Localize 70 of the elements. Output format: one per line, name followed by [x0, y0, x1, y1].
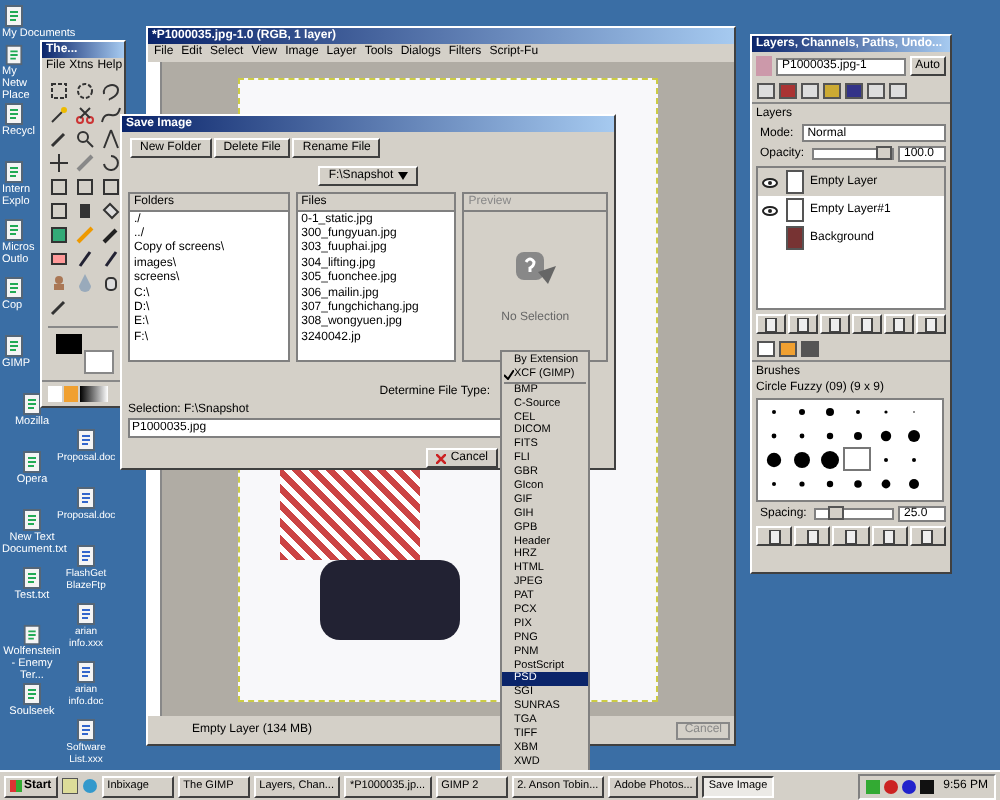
file-icon[interactable] — [2, 218, 26, 242]
loop-icon[interactable] — [100, 80, 122, 102]
eraser-icon[interactable] — [48, 248, 70, 270]
file-icon[interactable] — [2, 160, 26, 184]
file-icon[interactable] — [20, 508, 44, 532]
compass-icon[interactable] — [100, 128, 122, 150]
cross-icon — [436, 453, 447, 463]
brush-icon[interactable] — [100, 224, 122, 246]
bucket-icon[interactable] — [100, 200, 122, 222]
page-icon[interactable] — [832, 526, 870, 546]
slider-thumb[interactable] — [828, 506, 845, 520]
brush-swatch[interactable] — [48, 386, 62, 402]
gradient-swatch[interactable] — [80, 386, 108, 402]
caret-icon — [397, 171, 408, 180]
circle-icon[interactable] — [901, 779, 916, 793]
file-icon[interactable] — [20, 682, 44, 706]
file-icon[interactable] — [74, 486, 98, 510]
image-thumbnail-icon — [756, 56, 772, 76]
pen-icon[interactable] — [74, 248, 96, 270]
file-icon[interactable] — [74, 718, 98, 742]
file-icon[interactable] — [74, 602, 98, 626]
file-icon[interactable] — [2, 44, 26, 66]
square-icon[interactable] — [100, 176, 122, 198]
check-icon — [503, 369, 513, 380]
brush-tab-icon[interactable] — [756, 340, 776, 358]
brush-grid-drawing[interactable] — [756, 398, 944, 502]
wand-icon[interactable] — [48, 104, 70, 126]
dashed-circle-icon[interactable] — [74, 80, 96, 102]
slider-thumb[interactable] — [876, 146, 892, 160]
square-icon[interactable] — [48, 200, 70, 222]
background-color-swatch[interactable] — [84, 350, 114, 374]
file-icon[interactable] — [20, 392, 44, 416]
cross-arrows-icon[interactable] — [48, 152, 70, 174]
layer-thumbnail — [786, 198, 804, 222]
file-icon[interactable] — [20, 624, 44, 646]
file-icon[interactable] — [74, 428, 98, 452]
file-icon[interactable] — [2, 102, 26, 126]
window-icon[interactable] — [61, 778, 78, 794]
square-icon[interactable] — [48, 176, 70, 198]
pattern-tab-icon[interactable] — [778, 340, 798, 358]
gradient-tab-icon[interactable] — [800, 340, 820, 358]
file-icon[interactable] — [74, 544, 98, 568]
square-icon[interactable] — [74, 176, 96, 198]
page-icon[interactable] — [871, 526, 908, 546]
file-icon[interactable] — [2, 334, 26, 358]
dashed-square-icon[interactable] — [48, 80, 70, 102]
question-mark-icon — [513, 248, 558, 288]
page-icon[interactable] — [794, 526, 831, 546]
file-icon[interactable] — [20, 450, 44, 474]
scissors-icon[interactable] — [74, 104, 96, 126]
file-icon[interactable] — [74, 660, 98, 684]
foreground-color-swatch[interactable] — [56, 334, 82, 354]
page-icon[interactable] — [756, 314, 786, 334]
page-icon[interactable] — [909, 526, 947, 546]
curve-icon[interactable] — [100, 104, 122, 126]
eye-icon[interactable] — [762, 205, 778, 215]
pattern-swatch[interactable] — [64, 386, 78, 402]
spacing-slider[interactable] — [814, 508, 894, 520]
pen-icon[interactable] — [100, 248, 122, 270]
eye-icon[interactable] — [762, 177, 778, 187]
rotate-icon[interactable] — [100, 152, 122, 174]
opacity-slider[interactable] — [812, 148, 894, 160]
page-icon[interactable] — [852, 314, 882, 334]
bar-icon[interactable] — [74, 200, 96, 222]
layer-thumbnail — [786, 226, 804, 250]
magnifier-icon[interactable] — [74, 128, 96, 150]
page-icon[interactable] — [756, 526, 793, 546]
file-icon[interactable] — [2, 276, 26, 300]
file-icon[interactable] — [2, 4, 26, 28]
file-icon[interactable] — [20, 566, 44, 590]
